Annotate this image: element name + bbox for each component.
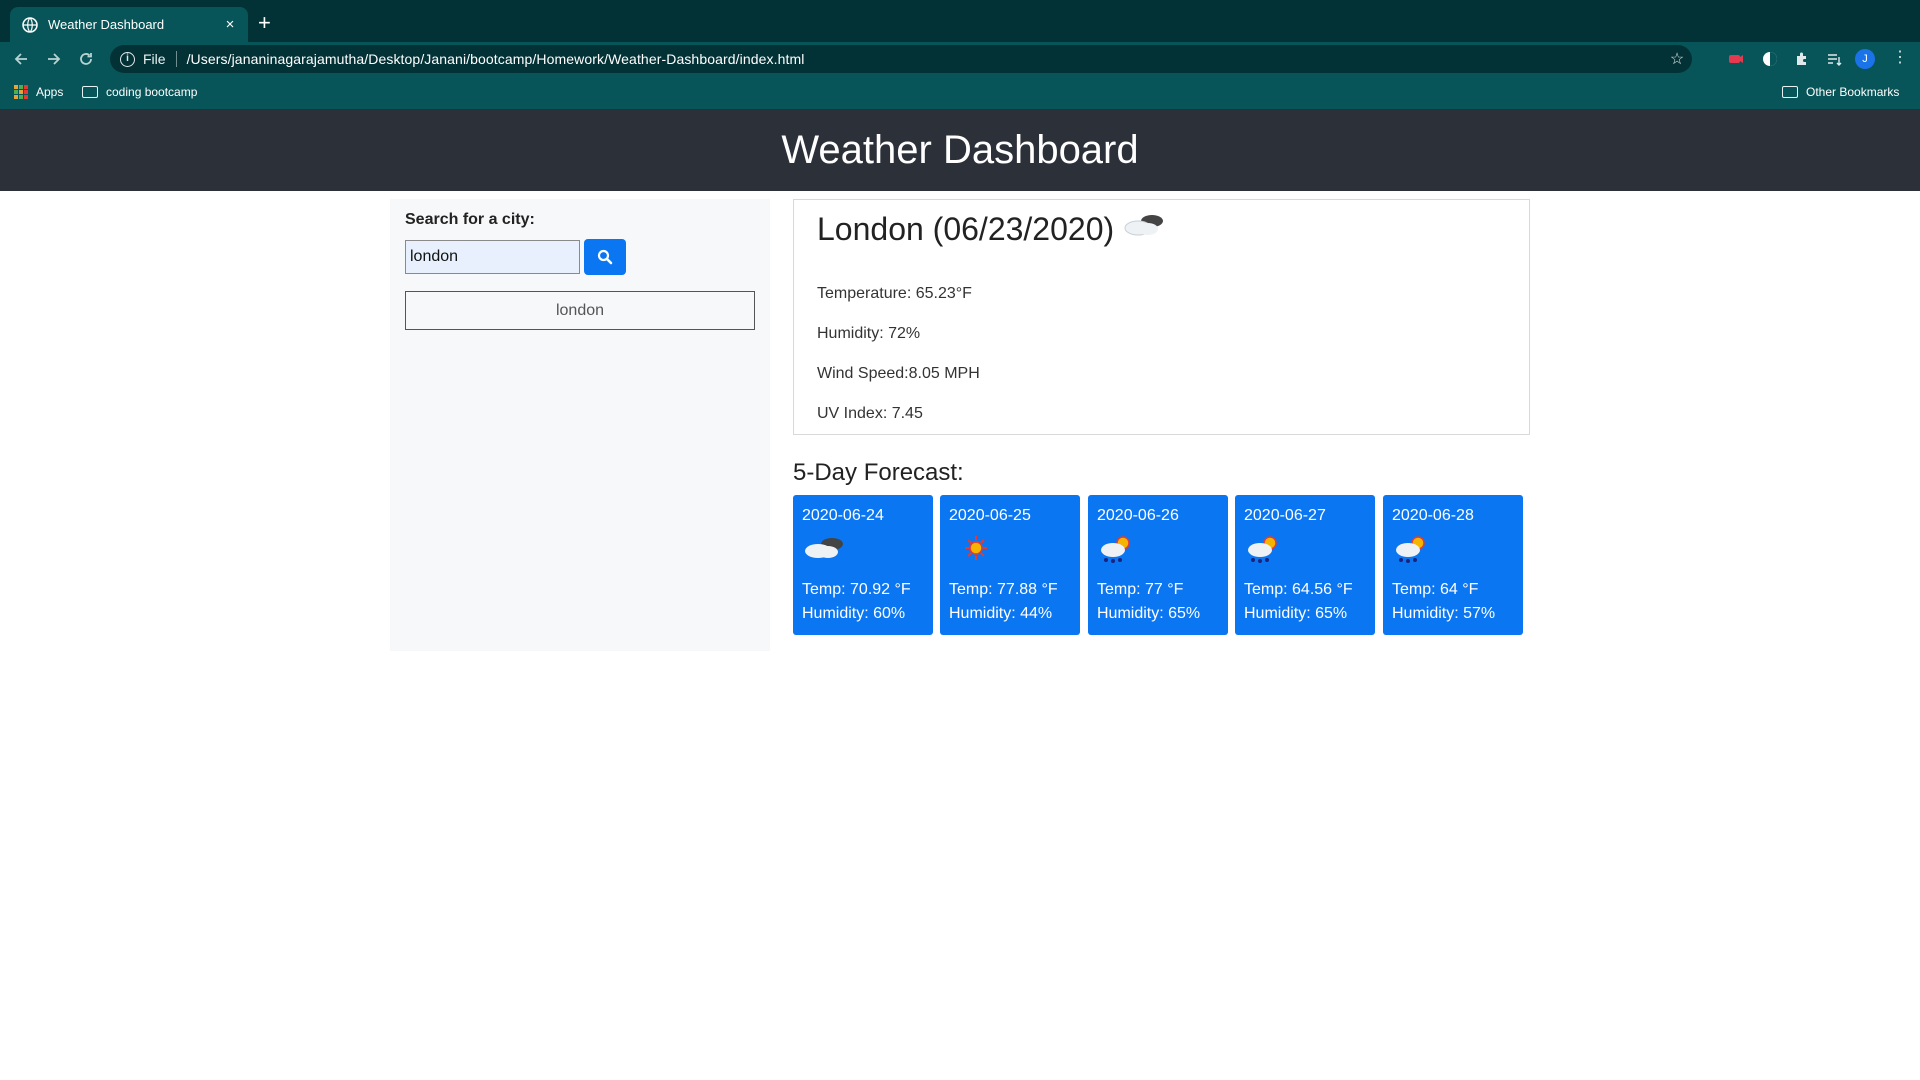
current-wind-speed: Wind Speed:8.05 MPH xyxy=(817,365,980,382)
forecast-temp: Temp: 70.92 °F xyxy=(802,581,911,598)
current-uv-index: UV Index: 7.45 xyxy=(817,405,923,422)
cloud-icon xyxy=(1122,210,1166,248)
forecast-title: 5-Day Forecast: xyxy=(793,459,964,486)
sun-rain-cloud-icon xyxy=(1097,533,1137,570)
forecast-date: 2020-06-27 xyxy=(1244,507,1326,524)
bookmark-other[interactable]: Other Bookmarks xyxy=(1782,85,1899,99)
forecast-temp: Temp: 64 °F xyxy=(1392,581,1479,598)
forecast-temp: Temp: 64.56 °F xyxy=(1244,581,1353,598)
forecast-humidity: Humidity: 65% xyxy=(1097,605,1201,622)
globe-icon xyxy=(22,16,38,33)
reload-icon[interactable] xyxy=(75,48,97,70)
forecast-card: 2020-06-26 Temp: 77 °F Humidity: 65% xyxy=(1088,495,1228,635)
omnibox-divider xyxy=(175,51,177,67)
current-city-heading: London (06/23/2020) xyxy=(817,210,1115,247)
forecast-date: 2020-06-24 xyxy=(802,507,884,524)
sun-rain-cloud-icon xyxy=(1392,533,1432,570)
forecast-card: 2020-06-28 Temp: 64 °F Humidity: 57% xyxy=(1383,495,1523,635)
current-humidity: Humidity: 72% xyxy=(817,325,921,342)
cloud-icon xyxy=(802,533,846,568)
page-title: Weather Dashboard xyxy=(781,128,1139,172)
forecast-humidity: Humidity: 60% xyxy=(802,605,906,622)
search-icon xyxy=(597,249,613,268)
sun-icon xyxy=(962,533,990,568)
city-search-input[interactable] xyxy=(405,240,580,274)
address-bar[interactable]: i File /Users/jananinagarajamutha/Deskto… xyxy=(110,45,1692,73)
scheme-label: File xyxy=(143,51,166,67)
search-sidebar: Search for a city: london xyxy=(390,199,770,651)
forecast-temp: Temp: 77.88 °F xyxy=(949,581,1058,598)
close-tab-icon[interactable]: × xyxy=(218,16,242,33)
bookmarks-bar: Apps coding bootcamp Other Bookmarks xyxy=(0,76,1920,110)
browser-tab-bar: Weather Dashboard × + xyxy=(0,0,1920,42)
forecast-card: 2020-06-27 Temp: 64.56 °F Humidity: 65% xyxy=(1235,495,1375,635)
forecast-date: 2020-06-26 xyxy=(1097,507,1179,524)
bookmark-star-icon[interactable]: ☆ xyxy=(1662,49,1692,69)
forward-icon[interactable] xyxy=(43,48,65,70)
profile-avatar[interactable]: J xyxy=(1855,49,1875,69)
extension-video-icon[interactable] xyxy=(1728,51,1744,67)
bookmark-apps-label: Apps xyxy=(36,85,64,99)
folder-icon xyxy=(1782,86,1798,98)
search-history-item[interactable]: london xyxy=(405,291,755,330)
forecast-humidity: Humidity: 44% xyxy=(949,605,1053,622)
forecast-date: 2020-06-28 xyxy=(1392,507,1474,524)
bookmark-folder-label: coding bootcamp xyxy=(106,85,198,99)
search-button[interactable] xyxy=(584,239,626,275)
current-temperature: Temperature: 65.23°F xyxy=(817,285,972,302)
back-icon[interactable] xyxy=(10,48,32,70)
browser-toolbar: i File /Users/jananinagarajamutha/Deskto… xyxy=(0,42,1920,76)
forecast-card: 2020-06-24 Temp: 70.92 °F Humidity: 60% xyxy=(793,495,933,635)
url-text[interactable]: /Users/jananinagarajamutha/Desktop/Janan… xyxy=(187,51,1662,67)
reading-list-icon[interactable] xyxy=(1826,51,1842,67)
sun-rain-cloud-icon xyxy=(1244,533,1284,570)
tab-title: Weather Dashboard xyxy=(48,17,165,32)
info-icon[interactable]: i xyxy=(120,51,135,67)
current-weather-card: London (06/23/2020) Temperature: 65.23°F… xyxy=(793,199,1530,435)
forecast-cards: 2020-06-24 Temp: 70.92 °F Humidity: 60% … xyxy=(793,495,1553,635)
forecast-humidity: Humidity: 65% xyxy=(1244,605,1348,622)
bookmark-other-label: Other Bookmarks xyxy=(1806,85,1900,99)
folder-icon xyxy=(82,86,98,98)
bookmark-apps[interactable]: Apps xyxy=(14,85,63,99)
browser-menu-icon[interactable]: ⋮ xyxy=(1892,50,1908,66)
new-tab-button[interactable]: + xyxy=(258,12,271,34)
browser-tab[interactable]: Weather Dashboard × xyxy=(10,7,248,42)
forecast-date: 2020-06-25 xyxy=(949,507,1031,524)
bookmark-folder-coding-bootcamp[interactable]: coding bootcamp xyxy=(82,85,197,99)
extensions-puzzle-icon[interactable] xyxy=(1794,51,1810,67)
page-header: Weather Dashboard xyxy=(0,110,1920,191)
apps-grid-icon xyxy=(14,85,28,99)
forecast-humidity: Humidity: 57% xyxy=(1392,605,1496,622)
extension-circle-icon[interactable] xyxy=(1762,51,1778,67)
forecast-temp: Temp: 77 °F xyxy=(1097,581,1184,598)
search-label: Search for a city: xyxy=(405,211,535,228)
forecast-card: 2020-06-25 Temp: 77.88 °F Humidity: 44% xyxy=(940,495,1080,635)
